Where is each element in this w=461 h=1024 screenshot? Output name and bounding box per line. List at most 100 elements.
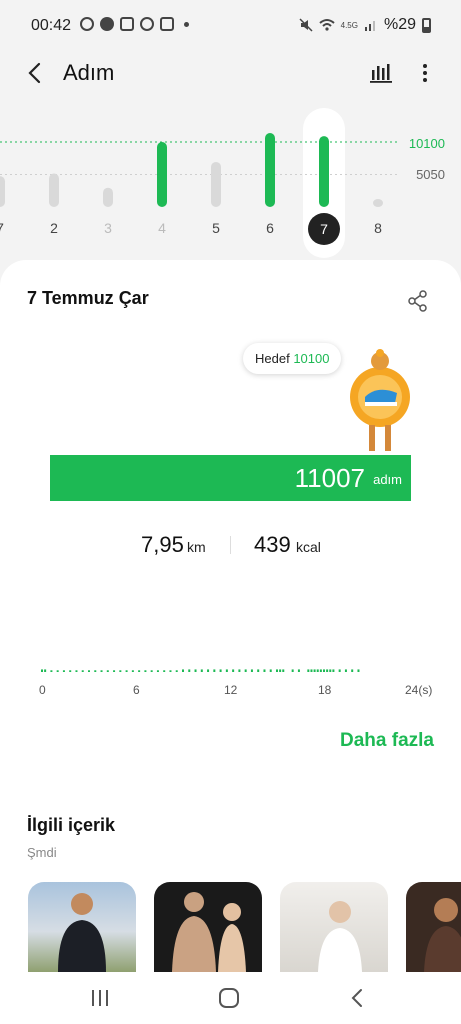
- content-thumbnail-workout-woman[interactable]: [406, 882, 461, 972]
- day-detail-card: 7 Temmuz Çar Hedef 10100 11007 adım 7,95…: [0, 260, 461, 1024]
- day-bar: [103, 187, 113, 207]
- hour-bar: [200, 669, 203, 672]
- day-label[interactable]: 4: [142, 220, 182, 236]
- selected-day-label[interactable]: 7: [308, 213, 340, 245]
- back-button[interactable]: [20, 58, 50, 88]
- hour-bar: [75, 670, 78, 672]
- hour-bar: [326, 669, 329, 672]
- hour-bar: [207, 669, 210, 672]
- network-label: 4.5G: [340, 20, 358, 30]
- hour-bar: [276, 669, 278, 672]
- signal-icon: [364, 21, 375, 31]
- day-label[interactable]: 3: [88, 220, 128, 236]
- selected-date: 7 Temmuz Çar: [27, 288, 149, 308]
- hour-bar: [113, 670, 116, 672]
- hour-tick-label: 24(s): [405, 683, 433, 697]
- day-label[interactable]: 6: [250, 220, 290, 236]
- hour-bar: [175, 670, 178, 672]
- day-label[interactable]: 8: [358, 220, 398, 236]
- podcast-icon: [140, 17, 154, 31]
- hour-bar: [225, 669, 228, 672]
- daily-steps-chart: 10100 5050 7 2 3 4 5 6 7 8: [0, 100, 461, 260]
- hour-bar: [310, 669, 313, 672]
- hour-bar: [319, 669, 322, 672]
- mascot-illustration: [350, 349, 410, 451]
- goal-bubble: Hedef 10100: [243, 343, 342, 374]
- hour-bar: [150, 670, 153, 672]
- chart-view-button[interactable]: [366, 58, 396, 88]
- hour-bar: [56, 670, 59, 672]
- hour-bar: [44, 669, 47, 672]
- hour-bar: [250, 669, 253, 672]
- mute-icon: [299, 18, 313, 32]
- package-icon: [120, 17, 134, 31]
- dot-icon: [184, 21, 189, 27]
- hour-bar: [244, 669, 247, 672]
- hour-bar: [169, 670, 172, 672]
- mid-level-label: 5050: [416, 167, 445, 182]
- more-icon: [423, 64, 427, 82]
- app-header: Adım: [0, 52, 461, 96]
- hour-bar: [213, 669, 216, 672]
- instagram-icon: [160, 17, 174, 31]
- hour-bar: [232, 669, 235, 672]
- hour-bar: [357, 669, 360, 672]
- day-label[interactable]: 7: [0, 220, 20, 236]
- hour-bar: [119, 670, 122, 672]
- day-label[interactable]: 5: [196, 220, 236, 236]
- battery-percent: %29: [383, 16, 416, 33]
- hour-bar: [188, 669, 191, 672]
- day-bar: [265, 132, 275, 207]
- hour-bar: [313, 669, 316, 672]
- hour-bar: [291, 669, 294, 672]
- hourly-chart-svg: [41, 669, 360, 672]
- hour-bar: [316, 669, 319, 672]
- more-options-button[interactable]: [410, 58, 440, 88]
- recent-apps-button[interactable]: [86, 986, 114, 1010]
- clock: 00:42: [31, 17, 72, 34]
- back-icon: [351, 989, 362, 1007]
- system-back-button[interactable]: [344, 986, 372, 1010]
- hour-bar: [332, 669, 335, 672]
- hour-bar: [94, 670, 97, 672]
- home-button[interactable]: [215, 986, 243, 1010]
- hour-bar: [125, 670, 128, 672]
- share-button[interactable]: [408, 290, 428, 312]
- bar-chart-icon: [370, 64, 392, 83]
- upload-icon: [80, 17, 94, 31]
- hour-bar: [106, 670, 109, 672]
- status-bar: 00:42 4.5G %29: [0, 0, 461, 52]
- hour-bar: [144, 670, 147, 672]
- content-thumbnail-running-woman[interactable]: [28, 882, 136, 972]
- hour-bar: [238, 669, 241, 672]
- day-bar: [373, 199, 383, 207]
- day-label[interactable]: 2: [34, 220, 74, 236]
- hour-bar: [297, 669, 300, 672]
- day-bar: [157, 142, 167, 207]
- hour-bar: [182, 669, 184, 672]
- content-thumbnail-gym-woman[interactable]: [280, 882, 388, 972]
- hour-bar: [257, 669, 260, 672]
- day-bar: [0, 176, 5, 207]
- hour-bar: [69, 670, 72, 672]
- hour-bar: [282, 669, 285, 672]
- goal-level-label: 10100: [408, 136, 445, 151]
- hour-bar: [194, 669, 197, 672]
- recent-apps-icon: [92, 990, 108, 1006]
- content-thumbnail-fitness-couple[interactable]: [154, 882, 262, 972]
- more-button[interactable]: Daha fazla: [340, 730, 434, 752]
- related-content-carousel[interactable]: [28, 882, 461, 972]
- hour-bar: [279, 669, 282, 672]
- hour-bar: [263, 669, 266, 672]
- hour-bar: [323, 669, 325, 672]
- share-icon: [408, 290, 427, 312]
- hour-bar: [81, 670, 84, 672]
- hour-tick-label: 12: [224, 683, 238, 697]
- hour-bar: [329, 669, 332, 672]
- stats-row: 7,95 km 439 kcal: [0, 532, 461, 562]
- hour-bar: [100, 670, 103, 672]
- hour-bar: [269, 669, 272, 672]
- distance-value: 7,95: [141, 532, 184, 557]
- chevron-left-icon: [28, 62, 41, 84]
- steps-unit: adım: [373, 472, 402, 487]
